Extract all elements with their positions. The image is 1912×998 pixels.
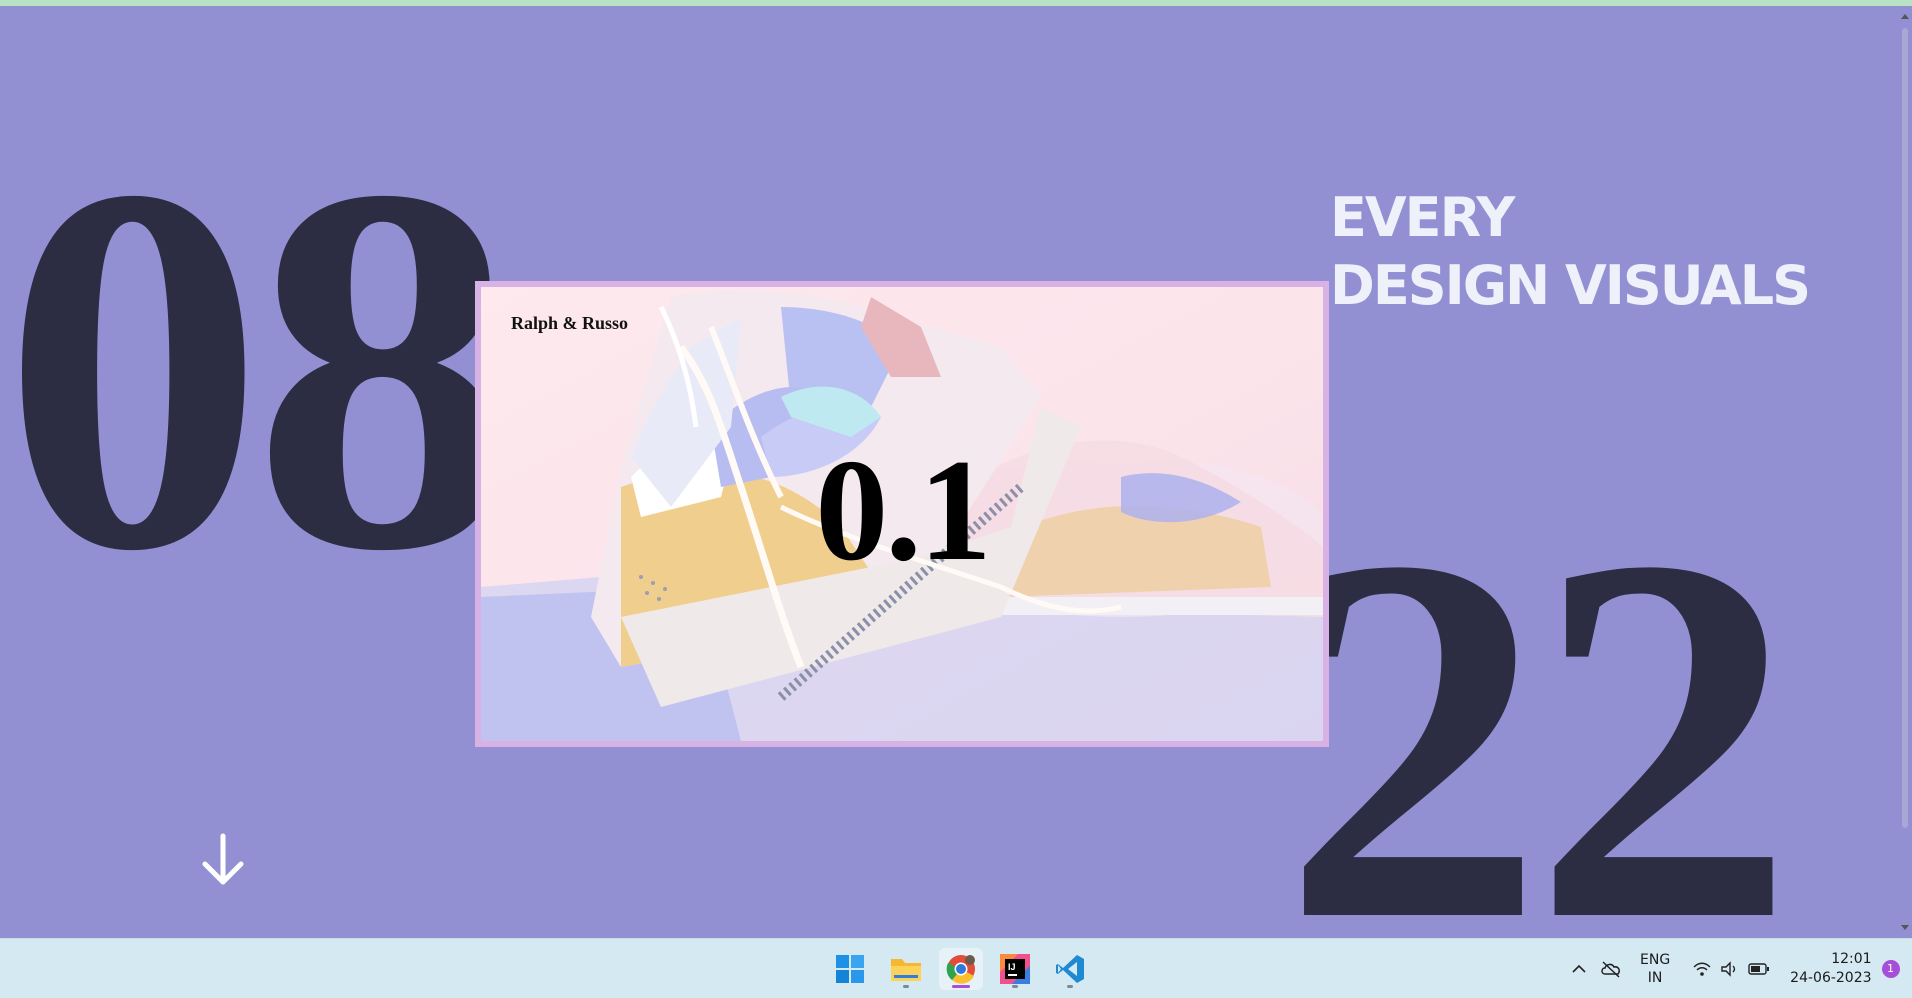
taskbar-vscode[interactable] — [1048, 948, 1092, 990]
running-indicator — [1012, 985, 1018, 988]
taskbar-intellij[interactable]: IJ — [993, 948, 1037, 990]
wifi-icon[interactable] — [1692, 961, 1712, 977]
language-label: ENG — [1640, 951, 1671, 968]
svg-text:IJ: IJ — [1008, 962, 1016, 972]
windows-start-icon — [836, 955, 864, 983]
intellij-icon: IJ — [1000, 954, 1030, 984]
scroll-up-icon[interactable] — [1901, 14, 1909, 19]
clock[interactable]: 12:01 24-06-2023 — [1790, 950, 1871, 988]
onedrive-offline-icon[interactable] — [1600, 960, 1622, 978]
region-label: IN — [1647, 969, 1663, 986]
card-brand-label: Ralph & Russo — [511, 313, 629, 333]
running-indicator — [903, 985, 909, 988]
language-indicator[interactable]: ENG IN — [1640, 951, 1670, 987]
chrome-icon — [946, 955, 975, 984]
running-indicator — [1067, 985, 1073, 988]
windows-taskbar: IJ ENG IN 12:01 24-06-2023 1 — [0, 938, 1912, 998]
chevron-up-icon[interactable] — [1570, 960, 1588, 978]
notification-badge[interactable]: 1 — [1881, 959, 1900, 978]
card-number: 0.1 — [815, 429, 992, 591]
clock-time: 12:01 — [1831, 950, 1872, 967]
vscode-icon — [1056, 955, 1084, 983]
volume-icon[interactable] — [1720, 960, 1740, 977]
scrollbar-thumb[interactable] — [1902, 28, 1908, 828]
folder-icon — [891, 959, 921, 981]
page-scrollbar[interactable] — [1898, 6, 1912, 938]
arrow-down-icon[interactable] — [199, 832, 247, 888]
hero-number-left: 08 — [2, 77, 515, 659]
battery-icon[interactable] — [1748, 962, 1770, 976]
headline-line-2: DESIGN VISUALS — [1330, 254, 1811, 317]
headline-line-1: EVERY — [1330, 186, 1515, 249]
taskbar-chrome[interactable] — [939, 948, 983, 990]
system-tray: ENG IN 12:01 24-06-2023 1 — [1570, 939, 1900, 998]
taskbar-file-explorer[interactable] — [884, 948, 928, 990]
featured-image-card[interactable]: Ralph & Russo 0.1 — [475, 281, 1329, 747]
hero-section: 08 EVERY DESIGN VISUALS 22 Ralph & Russo… — [0, 6, 1898, 938]
active-indicator — [952, 985, 970, 988]
start-button[interactable] — [828, 948, 872, 990]
hero-headline: EVERY DESIGN VISUALS — [1330, 184, 1811, 320]
hero-number-right: 22 — [1282, 447, 1795, 939]
scroll-down-icon[interactable] — [1901, 925, 1909, 930]
clock-date: 24-06-2023 — [1790, 969, 1872, 986]
